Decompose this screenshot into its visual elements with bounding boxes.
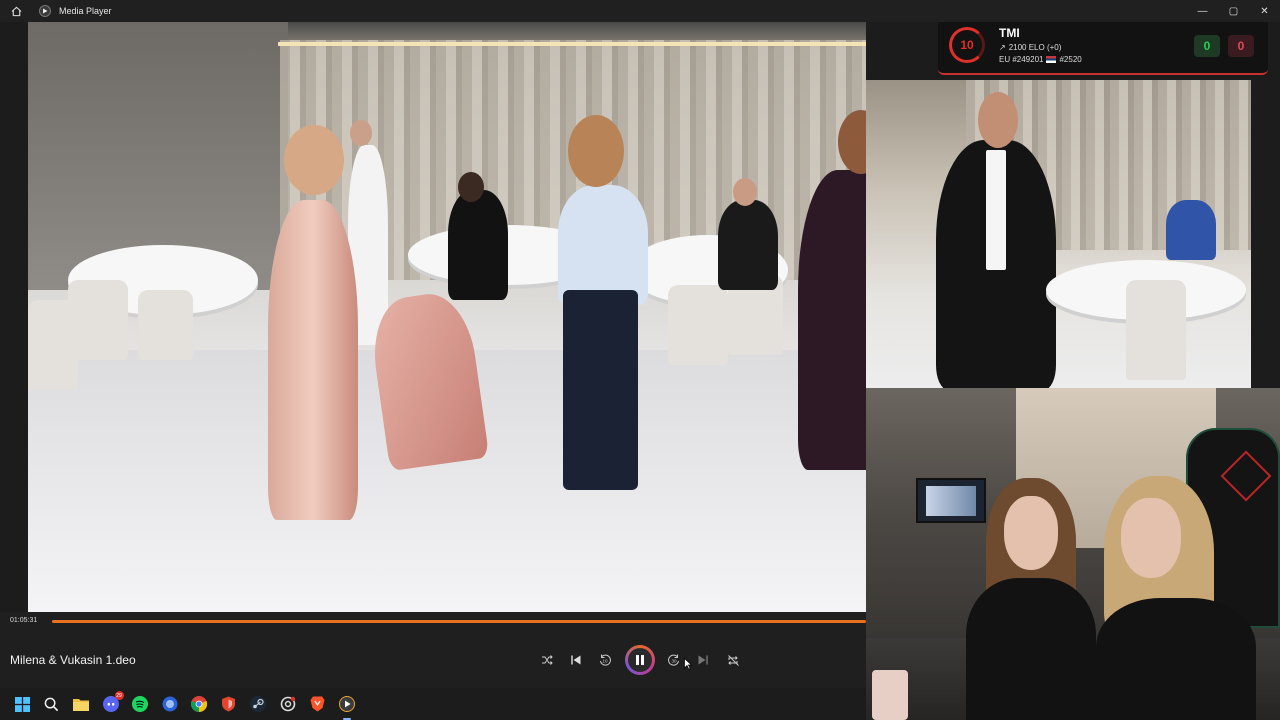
streamer-face [1121, 498, 1181, 578]
dancer-plum-dress [798, 170, 866, 470]
dancer-head [568, 115, 624, 187]
window-controls: — ▢ ✕ [1187, 0, 1280, 22]
chatgpt-icon[interactable] [278, 694, 298, 714]
streamer-face [1004, 496, 1058, 570]
elo-value: 2100 ELO (+0) [1008, 43, 1062, 52]
chair [138, 290, 193, 360]
player-name: TMI [999, 26, 1020, 40]
discord-icon[interactable]: 29 [101, 691, 124, 714]
forward-30-icon: 30 [668, 654, 679, 666]
can [872, 670, 908, 720]
minimize-button[interactable]: — [1187, 0, 1218, 22]
video-frame[interactable] [28, 20, 866, 612]
ranking-line: EU #249201 #2520 [999, 55, 1082, 64]
video-frame-right [866, 80, 1251, 388]
seek-bar[interactable] [52, 620, 866, 623]
shuffle-icon [542, 655, 553, 665]
white-shirt [986, 150, 1006, 270]
trend-up-icon: ↗ [999, 43, 1006, 52]
next-icon [698, 655, 708, 665]
guest [448, 190, 508, 300]
dancer-light-blue-top [558, 185, 648, 305]
window-title: Media Player [59, 6, 112, 16]
webcam-feed [866, 388, 1280, 720]
media-player-icon[interactable] [337, 694, 357, 720]
taskbar: 29 [0, 688, 866, 720]
dancer-head [978, 92, 1018, 148]
chair [28, 300, 78, 390]
svg-text:30: 30 [671, 659, 677, 664]
previous-button[interactable] [569, 652, 583, 668]
close-button[interactable]: ✕ [1249, 0, 1280, 22]
ranking-region: EU #249201 [999, 55, 1044, 64]
waiter-head [350, 120, 372, 146]
guest-head [458, 172, 484, 202]
previous-icon [571, 655, 581, 665]
media-player-logo-icon [39, 5, 51, 17]
ranking-country: #2520 [1059, 55, 1082, 64]
serbia-flag-icon [1046, 56, 1057, 63]
shuffle-button[interactable] [540, 652, 554, 668]
maximize-button[interactable]: ▢ [1218, 0, 1249, 22]
search-icon[interactable] [42, 694, 62, 714]
monitor [916, 478, 986, 523]
app-icon[interactable] [160, 694, 180, 714]
elapsed-time: 01:05:31 [10, 617, 38, 624]
chair [668, 285, 728, 365]
next-button[interactable] [696, 652, 710, 668]
screen: Media Player — ▢ ✕ 10 TMI ↗ 2100 ELO (+0… [0, 0, 1280, 720]
level-badge: 10 [949, 27, 985, 63]
elo-overlay: 10 TMI ↗ 2100 ELO (+0) EU #249201 #2520 … [938, 17, 1268, 75]
discord-badge: 29 [114, 691, 124, 700]
losses-counter: 0 [1228, 35, 1254, 57]
windows-start-icon[interactable] [12, 694, 32, 714]
forward-30-button[interactable]: 30 [667, 652, 681, 668]
repeat-off-icon [727, 654, 739, 666]
guest [718, 200, 778, 290]
rewind-10-icon: 10 [600, 654, 611, 666]
dancer-head [284, 125, 344, 195]
file-explorer-icon[interactable] [71, 694, 91, 714]
rewind-10-button[interactable]: 10 [598, 652, 612, 668]
dancer-pink-dress [268, 200, 358, 520]
video-title: Milena & Vukasin 1.deo [10, 653, 136, 667]
brave-icon[interactable] [307, 694, 327, 714]
home-icon[interactable] [9, 4, 23, 18]
steam-icon[interactable] [248, 694, 268, 714]
guest [1166, 200, 1216, 260]
pause-button[interactable] [625, 645, 655, 675]
spotify-icon[interactable] [130, 694, 150, 714]
streamer-body [966, 578, 1096, 720]
dancer-navy-pants [563, 290, 638, 490]
shield-app-icon[interactable] [219, 694, 239, 714]
elo-line: ↗ 2100 ELO (+0) [999, 43, 1082, 52]
ceiling-light [278, 42, 866, 46]
chair [1126, 280, 1186, 380]
svg-text:10: 10 [602, 659, 608, 664]
title-bar: Media Player — ▢ ✕ [0, 0, 1280, 22]
wins-counter: 0 [1194, 35, 1220, 57]
repeat-button[interactable] [726, 652, 740, 668]
mouse-cursor-icon [684, 658, 692, 670]
pause-icon [628, 648, 652, 672]
control-bar [0, 612, 866, 688]
chrome-icon[interactable] [189, 694, 209, 714]
player-info: TMI ↗ 2100 ELO (+0) EU #249201 #2520 [999, 26, 1082, 64]
streamer-body [1096, 598, 1256, 720]
guest-head [733, 178, 757, 206]
